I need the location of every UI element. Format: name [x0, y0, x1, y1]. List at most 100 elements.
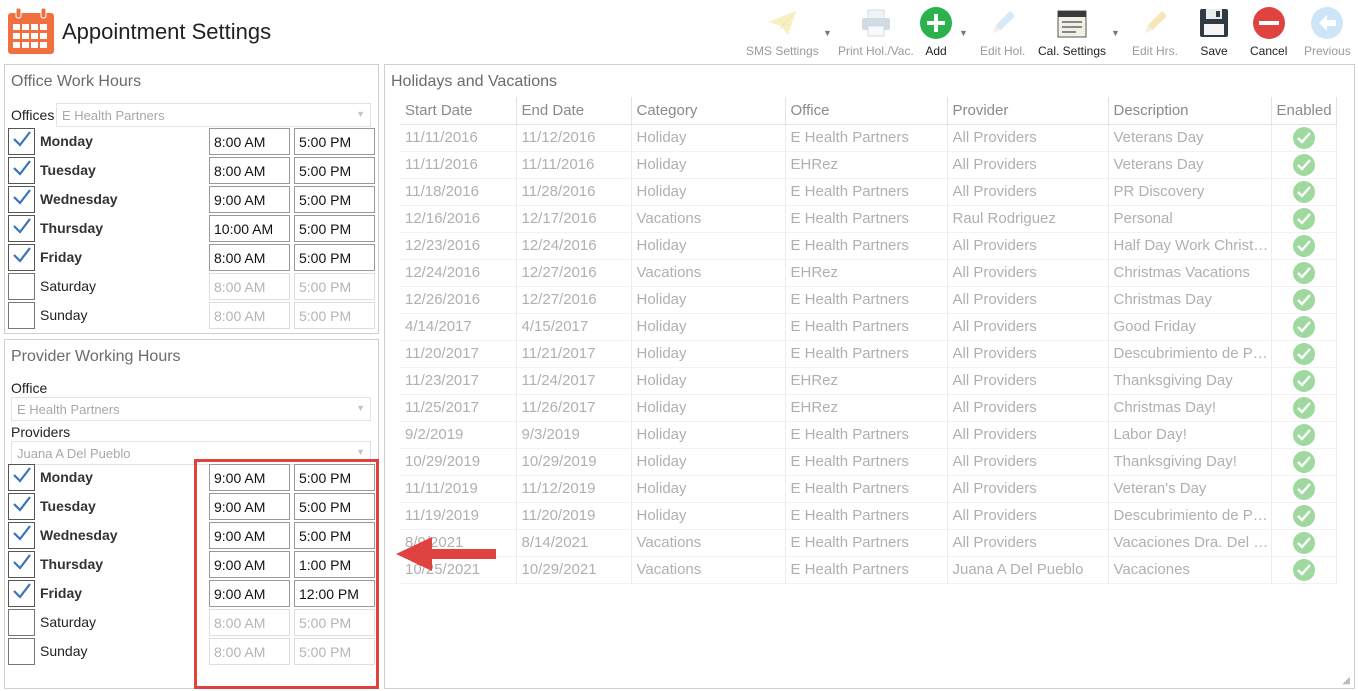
enabled-cell[interactable] [1271, 556, 1337, 584]
start-time-input[interactable]: 8:00 AM [209, 302, 290, 329]
add-button[interactable]: Add [918, 4, 954, 58]
enabled-cell[interactable] [1271, 232, 1337, 260]
day-checkbox[interactable] [8, 244, 35, 271]
end-time-input[interactable]: 5:00 PM [294, 273, 375, 300]
table-row[interactable]: 12/16/2016 12/17/2016 Vacations E Health Pa… [400, 205, 1337, 233]
end-time-input[interactable]: 5:00 PM [294, 609, 375, 636]
day-checkbox[interactable] [8, 186, 35, 213]
table-row[interactable]: 4/14/2017 4/15/2017 Holiday E Health Partne… [400, 313, 1337, 341]
cancel-button[interactable]: Cancel [1250, 4, 1287, 58]
end-time-input[interactable]: 5:00 PM [294, 244, 375, 271]
end-time-input[interactable]: 12:00 PM [294, 580, 375, 607]
day-checkbox[interactable] [8, 215, 35, 242]
day-checkbox[interactable] [8, 522, 35, 549]
save-button[interactable]: Save [1196, 4, 1232, 58]
table-row[interactable]: 11/18/2016 11/28/2016 Holiday E Health Part… [400, 178, 1337, 206]
offices-dropdown[interactable]: E Health Partners ▼ [56, 103, 371, 127]
end-time-input[interactable]: 5:00 PM [294, 215, 375, 242]
resize-grip-icon[interactable]: ◢ [1342, 675, 1350, 686]
column-header[interactable]: Provider [947, 97, 1109, 125]
enabled-cell[interactable] [1271, 286, 1337, 314]
provider-office-dropdown[interactable]: E Health Partners ▼ [11, 397, 371, 421]
end-time-input[interactable]: 5:00 PM [294, 464, 375, 491]
day-checkbox[interactable] [8, 302, 35, 329]
table-row[interactable]: 11/20/2017 11/21/2017 Holiday E Health Part… [400, 340, 1337, 368]
end-time-input[interactable]: 1:00 PM [294, 551, 375, 578]
edit-holiday-button[interactable]: Edit Hol. [980, 4, 1025, 58]
table-row[interactable]: 11/23/2017 11/24/2017 Holiday EHRez All Prov… [400, 367, 1337, 395]
table-row[interactable]: 10/29/2019 10/29/2019 Holiday E Health Part… [400, 448, 1337, 476]
end-time-input[interactable]: 5:00 PM [294, 157, 375, 184]
table-row[interactable]: 12/23/2016 12/24/2016 Holiday E Health Part… [400, 232, 1337, 260]
previous-button[interactable]: Previous [1304, 4, 1351, 58]
table-row[interactable]: 11/19/2019 11/20/2019 Holiday E Health Part… [400, 502, 1337, 530]
sms-settings-dropdown-arrow[interactable]: ▼ [823, 28, 832, 38]
start-time-input[interactable]: 9:00 AM [209, 464, 290, 491]
enabled-cell[interactable] [1271, 259, 1337, 287]
day-checkbox[interactable] [8, 464, 35, 491]
table-row[interactable]: 12/26/2016 12/27/2016 Holiday E Health Part… [400, 286, 1337, 314]
enabled-cell[interactable] [1271, 529, 1337, 557]
end-time-input[interactable]: 5:00 PM [294, 128, 375, 155]
column-header[interactable]: Start Date [400, 97, 517, 125]
end-time-input[interactable]: 5:00 PM [294, 302, 375, 329]
end-time-input[interactable]: 5:00 PM [294, 638, 375, 665]
day-checkbox[interactable] [8, 128, 35, 155]
print-holidays-button[interactable]: Print Hol./Vac. [838, 4, 914, 58]
start-time-input[interactable]: 8:00 AM [209, 244, 290, 271]
edit-hours-button[interactable]: Edit Hrs. [1132, 4, 1178, 58]
end-time-input[interactable]: 5:00 PM [294, 186, 375, 213]
start-time-input[interactable]: 9:00 AM [209, 493, 290, 520]
column-header[interactable]: Office [785, 97, 948, 125]
enabled-cell[interactable] [1271, 151, 1337, 179]
enabled-cell[interactable] [1271, 124, 1337, 152]
day-checkbox[interactable] [8, 157, 35, 184]
column-header[interactable]: End Date [516, 97, 632, 125]
start-time-input[interactable]: 9:00 AM [209, 580, 290, 607]
table-row[interactable]: 12/24/2016 12/27/2016 Vacations EHRez All Pr… [400, 259, 1337, 287]
enabled-cell[interactable] [1271, 394, 1337, 422]
providers-dropdown[interactable]: Juana A Del Pueblo ▼ [11, 441, 371, 465]
start-time-input[interactable]: 8:00 AM [209, 273, 290, 300]
day-checkbox[interactable] [8, 580, 35, 607]
table-row[interactable]: 10/25/2021 10/29/2021 Vacations E Health Pa… [400, 556, 1337, 584]
enabled-cell[interactable] [1271, 205, 1337, 233]
day-checkbox[interactable] [8, 609, 35, 636]
start-time-input[interactable]: 8:00 AM [209, 609, 290, 636]
enabled-cell[interactable] [1271, 340, 1337, 368]
column-header[interactable]: Description [1108, 97, 1272, 125]
day-checkbox[interactable] [8, 273, 35, 300]
table-row[interactable]: 9/2/2019 9/3/2019 Holiday E Health Partners… [400, 421, 1337, 449]
table-row[interactable]: 11/11/2016 11/11/2016 Holiday EHRez All Prov… [400, 151, 1337, 179]
end-time-input[interactable]: 5:00 PM [294, 493, 375, 520]
day-checkbox[interactable] [8, 551, 35, 578]
start-time-input[interactable]: 8:00 AM [209, 128, 290, 155]
start-time-input[interactable]: 9:00 AM [209, 522, 290, 549]
enabled-cell[interactable] [1271, 448, 1337, 476]
table-row[interactable]: 11/11/2019 11/12/2019 Holiday E Health Part… [400, 475, 1337, 503]
enabled-cell[interactable] [1271, 367, 1337, 395]
table-row[interactable]: 11/25/2017 11/26/2017 Holiday EHRez All Prov… [400, 394, 1337, 422]
day-checkbox[interactable] [8, 638, 35, 665]
column-header[interactable]: Category [631, 97, 786, 125]
calendar-settings-button[interactable]: Cal. Settings [1038, 4, 1106, 58]
table-row[interactable]: 8/9/2021 8/14/2021 Vacations E Health Partn… [400, 529, 1337, 557]
start-time-input[interactable]: 8:00 AM [209, 638, 290, 665]
start-time-input[interactable]: 9:00 AM [209, 186, 290, 213]
day-checkbox[interactable] [8, 493, 35, 520]
enabled-cell[interactable] [1271, 475, 1337, 503]
enabled-cell[interactable] [1271, 178, 1337, 206]
end-time-input[interactable]: 5:00 PM [294, 522, 375, 549]
sms-settings-button[interactable]: SMS Settings [746, 4, 819, 58]
start-time-input[interactable]: 9:00 AM [209, 551, 290, 578]
enabled-cell[interactable] [1271, 313, 1337, 341]
calendar-settings-dropdown-arrow[interactable]: ▼ [1111, 28, 1120, 38]
table-cell: Personal [1108, 205, 1272, 233]
enabled-cell[interactable] [1271, 502, 1337, 530]
add-dropdown-arrow[interactable]: ▼ [959, 28, 968, 38]
column-header[interactable]: Enabled [1271, 97, 1337, 125]
enabled-cell[interactable] [1271, 421, 1337, 449]
start-time-input[interactable]: 8:00 AM [209, 157, 290, 184]
table-row[interactable]: 11/11/2016 11/12/2016 Holiday E Health Part… [400, 124, 1337, 152]
start-time-input[interactable]: 10:00 AM [209, 215, 290, 242]
